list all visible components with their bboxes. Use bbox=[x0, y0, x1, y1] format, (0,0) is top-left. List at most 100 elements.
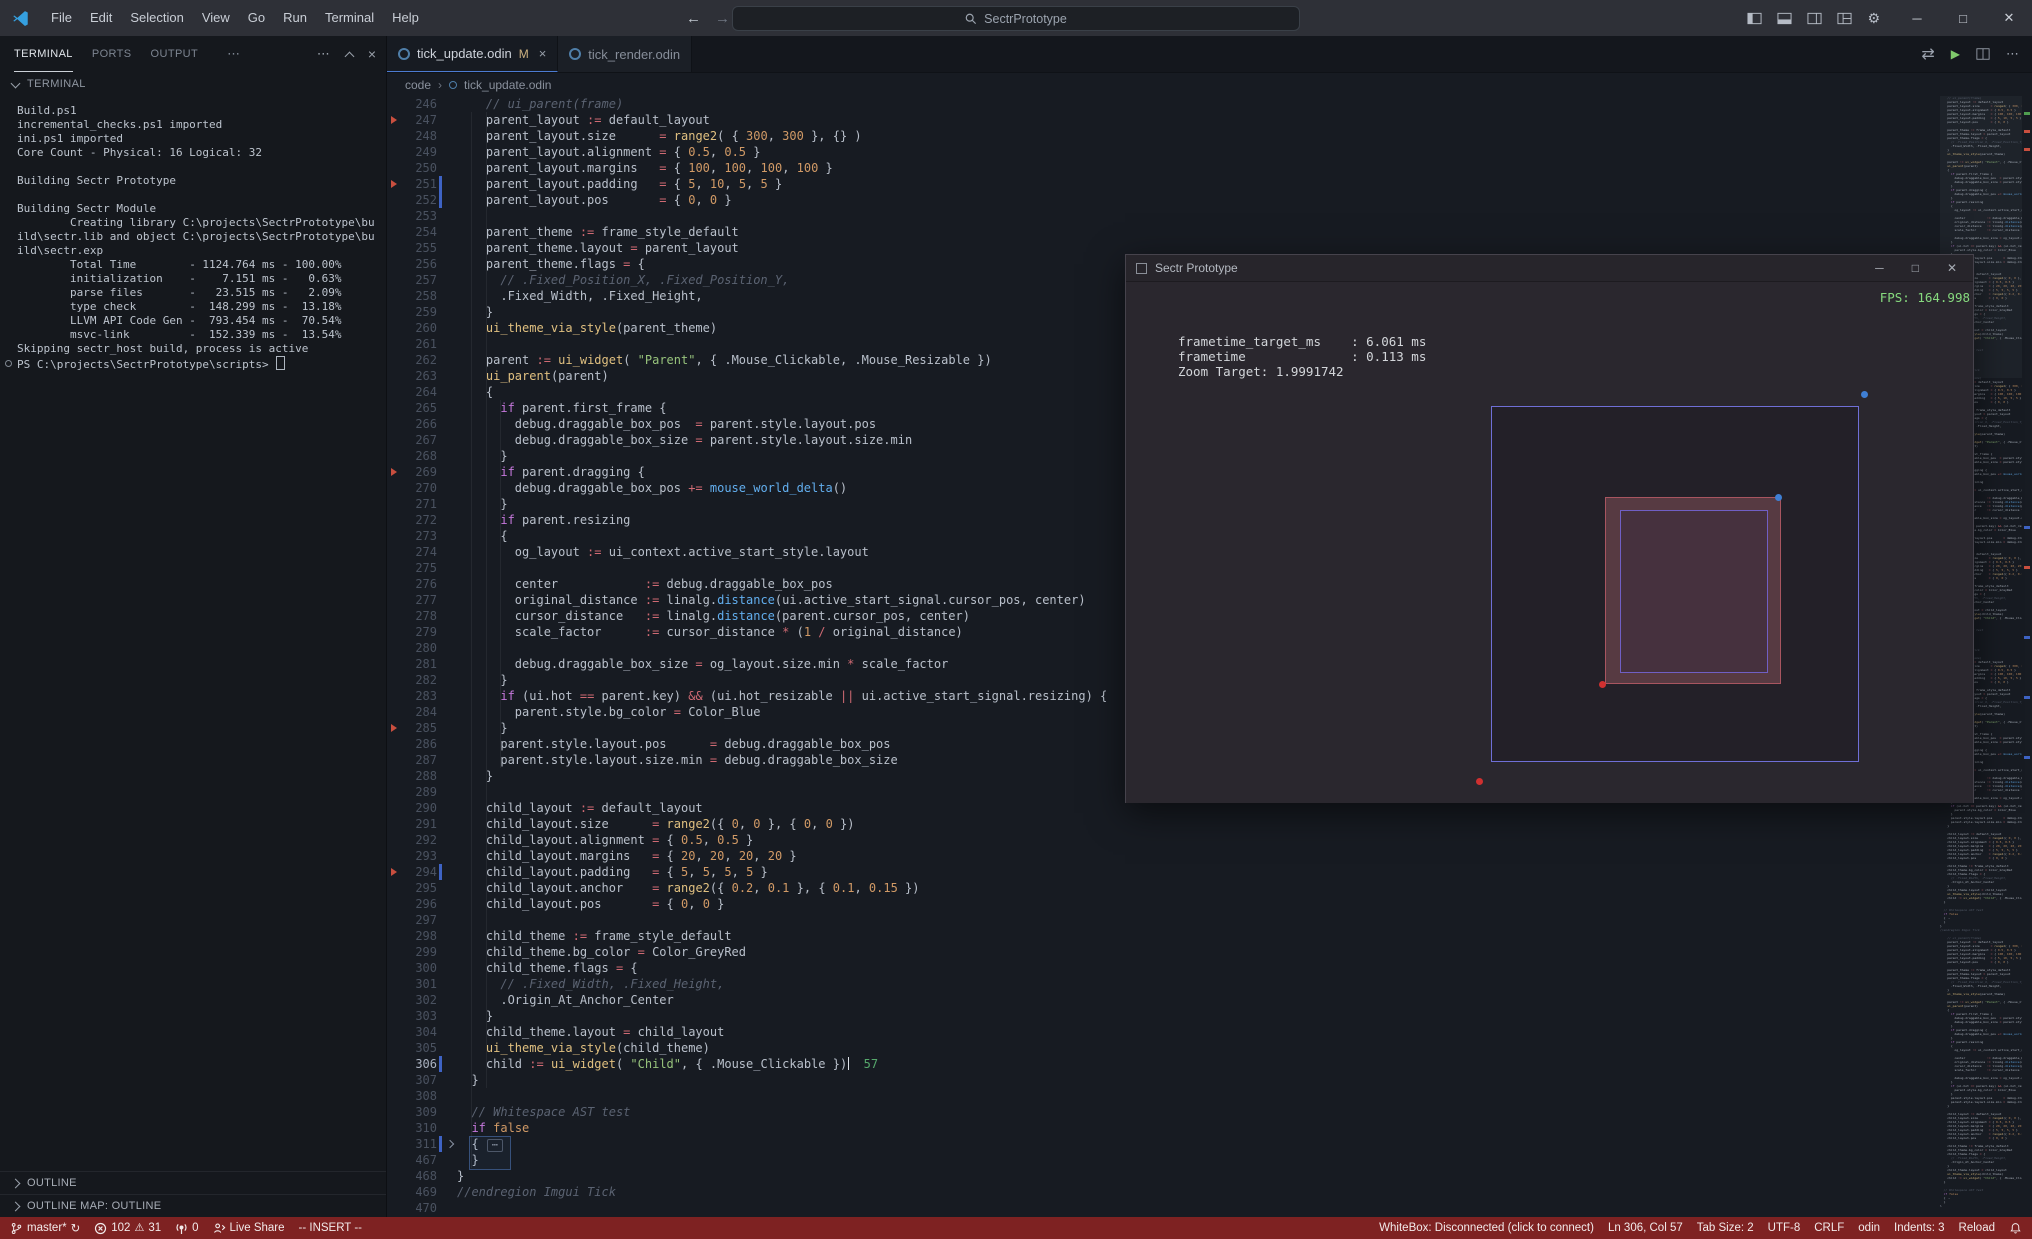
fold-chevron-icon[interactable] bbox=[445, 1139, 455, 1149]
encoding-indicator[interactable]: UTF-8 bbox=[1768, 1222, 1801, 1234]
code-line[interactable]: 249 parent_layout.alignment = { 0.5, 0.5… bbox=[387, 144, 2032, 160]
line-number[interactable]: 294 bbox=[401, 864, 437, 880]
customize-layout-icon[interactable] bbox=[1837, 11, 1852, 26]
code-line[interactable]: 306 child := ui_widget( "Child", { .Mous… bbox=[387, 1056, 2032, 1072]
code-line[interactable]: 294 child_layout.padding = { 5, 5, 5, 5 … bbox=[387, 864, 2032, 880]
line-number[interactable]: 285 bbox=[401, 720, 437, 736]
line-number[interactable]: 299 bbox=[401, 944, 437, 960]
gear-icon[interactable]: ⚙ bbox=[1867, 11, 1880, 25]
close-button[interactable]: ✕ bbox=[1986, 0, 2032, 36]
line-number[interactable]: 283 bbox=[401, 688, 437, 704]
app-minimize-icon[interactable]: ─ bbox=[1875, 261, 1884, 275]
line-number[interactable]: 298 bbox=[401, 928, 437, 944]
line-number[interactable]: 297 bbox=[401, 912, 437, 928]
line-number[interactable]: 268 bbox=[401, 448, 437, 464]
cursor-position[interactable]: Ln 306, Col 57 bbox=[1608, 1222, 1683, 1234]
line-number[interactable]: 252 bbox=[401, 192, 437, 208]
line-number[interactable]: 290 bbox=[401, 800, 437, 816]
line-number[interactable]: 269 bbox=[401, 464, 437, 480]
code-line[interactable]: 311 { ⋯ bbox=[387, 1136, 2032, 1152]
line-number[interactable]: 249 bbox=[401, 144, 437, 160]
tab-size-indicator[interactable]: Tab Size: 2 bbox=[1697, 1222, 1754, 1234]
ports-status[interactable]: 0 bbox=[175, 1222, 199, 1235]
git-sync-icon[interactable]: ↻ bbox=[71, 1221, 81, 1235]
line-number[interactable]: 265 bbox=[401, 400, 437, 416]
code-line[interactable]: 252 parent_layout.pos = { 0, 0 } bbox=[387, 192, 2032, 208]
line-number[interactable]: 258 bbox=[401, 288, 437, 304]
line-number[interactable]: 263 bbox=[401, 368, 437, 384]
code-line[interactable]: 309 // Whitespace AST test bbox=[387, 1104, 2032, 1120]
app-maximize-icon[interactable]: □ bbox=[1912, 261, 1919, 275]
line-number[interactable]: 260 bbox=[401, 320, 437, 336]
line-number[interactable]: 307 bbox=[401, 1072, 437, 1088]
line-number[interactable]: 272 bbox=[401, 512, 437, 528]
app-close-icon[interactable]: ✕ bbox=[1947, 261, 1957, 275]
line-number[interactable]: 306 bbox=[401, 1056, 437, 1072]
code-line[interactable]: 297 bbox=[387, 912, 2032, 928]
line-number[interactable]: 284 bbox=[401, 704, 437, 720]
line-number[interactable]: 264 bbox=[401, 384, 437, 400]
outline-section[interactable]: OUTLINE bbox=[0, 1171, 386, 1194]
notifications-button[interactable] bbox=[2009, 1222, 2022, 1235]
code-line[interactable]: 296 child_layout.pos = { 0, 0 } bbox=[387, 896, 2032, 912]
line-number[interactable]: 276 bbox=[401, 576, 437, 592]
split-editor-icon[interactable] bbox=[1976, 47, 1990, 61]
code-line[interactable]: 298 child_theme := frame_style_default bbox=[387, 928, 2032, 944]
line-number[interactable]: 248 bbox=[401, 128, 437, 144]
terminal-output[interactable]: Build.ps1 incremental_checks.ps1 imported… bbox=[0, 96, 386, 1151]
code-line[interactable]: 303 } bbox=[387, 1008, 2032, 1024]
menu-item-terminal[interactable]: Terminal bbox=[316, 0, 383, 36]
more-actions-icon[interactable]: ⋯ bbox=[2006, 46, 2020, 62]
code-line[interactable]: 300 child_theme.flags = { bbox=[387, 960, 2032, 976]
line-number[interactable]: 296 bbox=[401, 896, 437, 912]
line-number[interactable]: 247 bbox=[401, 112, 437, 128]
breadcrumb-file[interactable]: tick_update.odin bbox=[464, 78, 551, 92]
eol-indicator[interactable]: CRLF bbox=[1814, 1222, 1844, 1234]
maximize-button[interactable]: □ bbox=[1940, 0, 1986, 36]
code-line[interactable]: 292 child_layout.alignment = { 0.5, 0.5 … bbox=[387, 832, 2032, 848]
menu-item-edit[interactable]: Edit bbox=[81, 0, 121, 36]
code-line[interactable]: 470 bbox=[387, 1200, 2032, 1216]
line-number[interactable]: 257 bbox=[401, 272, 437, 288]
line-number[interactable]: 278 bbox=[401, 608, 437, 624]
line-number[interactable]: 275 bbox=[401, 560, 437, 576]
line-number[interactable]: 304 bbox=[401, 1024, 437, 1040]
run-button[interactable]: ▶ bbox=[1951, 47, 1960, 61]
code-line[interactable]: 295 child_layout.anchor = range2({ 0.2, … bbox=[387, 880, 2032, 896]
code-line[interactable]: 468} bbox=[387, 1168, 2032, 1184]
terminal-section-header[interactable]: TERMINAL bbox=[0, 72, 386, 96]
code-line[interactable]: 305 ui_theme_via_style(child_theme) bbox=[387, 1040, 2032, 1056]
sectr-prototype-window[interactable]: Sectr Prototype ─ □ ✕ FPS: 164.998 frame… bbox=[1125, 254, 1974, 803]
command-decoration-icon[interactable] bbox=[5, 360, 12, 367]
language-mode[interactable]: odin bbox=[1858, 1222, 1880, 1234]
overview-ruler[interactable] bbox=[2023, 96, 2032, 1207]
line-number[interactable]: 267 bbox=[401, 432, 437, 448]
line-number[interactable]: 280 bbox=[401, 640, 437, 656]
code-line[interactable]: 308 bbox=[387, 1088, 2032, 1104]
code-line[interactable]: 250 parent_layout.margins = { 100, 100, … bbox=[387, 160, 2032, 176]
line-number[interactable]: 305 bbox=[401, 1040, 437, 1056]
problems-status[interactable]: 102 ⚠ 31 bbox=[94, 1222, 161, 1235]
line-number[interactable]: 311 bbox=[401, 1136, 437, 1152]
line-number[interactable]: 467 bbox=[401, 1152, 437, 1168]
tab-tick-render-odin[interactable]: tick_render.odin bbox=[558, 36, 693, 72]
line-number[interactable]: 303 bbox=[401, 1008, 437, 1024]
line-number[interactable]: 310 bbox=[401, 1120, 437, 1136]
line-number[interactable]: 255 bbox=[401, 240, 437, 256]
line-number[interactable]: 468 bbox=[401, 1168, 437, 1184]
line-number[interactable]: 301 bbox=[401, 976, 437, 992]
close-tab-icon[interactable]: × bbox=[539, 46, 547, 61]
line-number[interactable]: 286 bbox=[401, 736, 437, 752]
outline-map-section[interactable]: OUTLINE MAP: OUTLINE bbox=[0, 1194, 386, 1217]
code-line[interactable]: 254 parent_theme := frame_style_default bbox=[387, 224, 2032, 240]
code-line[interactable]: 253 bbox=[387, 208, 2032, 224]
panel-close-icon[interactable]: × bbox=[368, 46, 376, 62]
line-number[interactable]: 262 bbox=[401, 352, 437, 368]
app-title-bar[interactable]: Sectr Prototype ─ □ ✕ bbox=[1126, 255, 1973, 282]
code-line[interactable]: 307 } bbox=[387, 1072, 2032, 1088]
line-number[interactable]: 251 bbox=[401, 176, 437, 192]
code-line[interactable]: 299 child_theme.bg_color = Color_GreyRed bbox=[387, 944, 2032, 960]
menu-item-help[interactable]: Help bbox=[383, 0, 428, 36]
line-number[interactable]: 256 bbox=[401, 256, 437, 272]
line-number[interactable]: 282 bbox=[401, 672, 437, 688]
